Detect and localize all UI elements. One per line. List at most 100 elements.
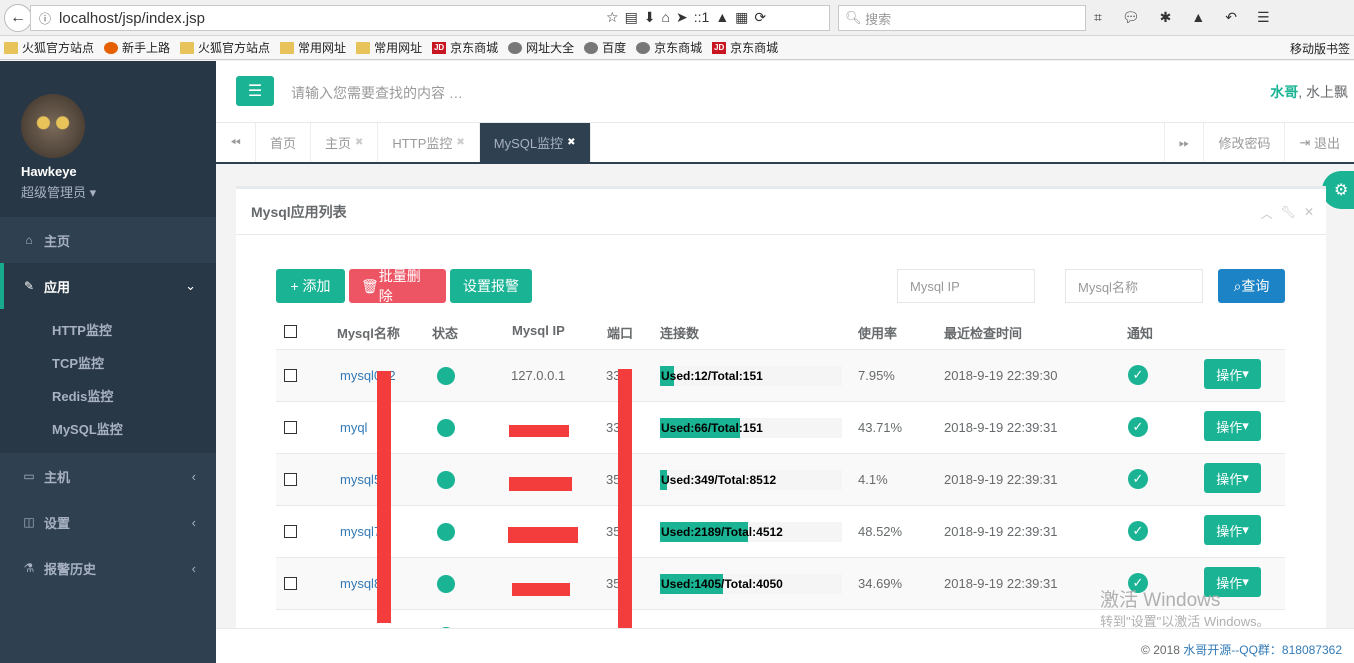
reader-icon[interactable]: ▤ [625,9,638,26]
profile-role-dropdown[interactable]: 超级管理员 ▾ [21,182,96,201]
logout-link[interactable]: ⇥ 退出 [1284,123,1354,162]
row-checkbox[interactable] [284,369,297,382]
crop-icon[interactable]: ⌗ [1094,9,1102,26]
query-button[interactable]: ⌕ 查询 [1218,269,1285,303]
extension-icon[interactable]: ▲ [715,9,729,26]
folder-icon [180,41,195,54]
mysql-name-input[interactable]: Mysql名称 [1065,269,1203,303]
mysql-name-link[interactable]: mysql5 [340,472,381,487]
tab-scroll-right-button[interactable]: ⏩︎ [1164,123,1203,162]
bookmark-item[interactable]: 常用网址 [356,39,422,56]
mysql-name-link[interactable]: myql [340,420,367,435]
batch-delete-label: 批量删除 [378,268,421,304]
mysql-name-link[interactable]: mysql7 [340,524,381,539]
tab-label: MySQL监控 [493,136,564,151]
operation-dropdown-button[interactable]: 操作 ▾ [1204,515,1261,545]
operation-dropdown-button[interactable]: 操作 ▾ [1204,463,1261,493]
sidebar-subitem-mysql[interactable]: MySQL监控 [0,412,216,445]
tab-home[interactable]: 首页 [256,123,312,162]
search-icon: ⌕ [1233,277,1242,294]
chat-icon[interactable]: 💬︎ [1122,9,1140,26]
star-icon[interactable]: ☆ [606,9,619,26]
sidebar-subitem-tcp[interactable]: TCP监控 [0,346,216,379]
sidebar-menu-lower: ▭ 主机 ‹ ◫ 设置 ‹ ⚗ 报警历史 ‹ [0,453,216,591]
tab-scroll-left-button[interactable]: ⏪︎ [216,123,256,162]
bookmark-item[interactable]: 京东商城 [636,39,702,56]
addon-icon[interactable]: ▲ [1191,9,1205,26]
row-checkbox[interactable] [284,473,297,486]
bookmark-item[interactable]: 网址大全 [508,39,574,56]
mysql-ip-input[interactable]: Mysql IP [897,269,1035,303]
row-checkbox[interactable] [284,525,297,538]
menu-toggle-button[interactable]: ☰ [236,76,274,106]
connection-text: Used:2189/Total:4512 [661,525,783,539]
col-connections: 连接数 [660,326,700,341]
avatar[interactable] [21,94,85,158]
caret-down-icon: ▾ [1242,470,1249,485]
bookmark-label: 火狐官方站点 [22,41,95,55]
bookmark-item[interactable]: JD 京东商城 [432,39,498,56]
operation-dropdown-button[interactable]: 操作 ▾ [1204,411,1261,441]
info-icon[interactable]: ⓘ [39,10,51,27]
close-icon[interactable]: ✕ [1304,205,1314,222]
close-icon[interactable]: ✖ [567,137,575,148]
theme-settings-button[interactable]: ⚙ [1322,171,1354,209]
home-icon[interactable]: ⌂ [662,9,670,26]
change-password-link[interactable]: 修改密码 [1203,123,1284,162]
back-button[interactable]: ← [4,3,32,32]
bookmark-item[interactable]: JD 京东商城 [712,39,778,56]
bookmark-item[interactable]: 火狐官方站点 [180,39,270,56]
bookmark-item[interactable]: 火狐官方站点 [4,39,94,56]
tab-main[interactable]: 主页 ✖ [311,123,379,162]
chevron-left-icon: ‹ [191,514,196,530]
tab-mysql[interactable]: MySQL监控 ✖ [479,123,591,162]
bookmark-item[interactable]: 百度 [584,39,626,56]
plus-icon: + [290,278,303,294]
operation-dropdown-button[interactable]: 操作 ▾ [1204,359,1261,389]
select-all-checkbox[interactable] [284,325,297,338]
sidebar-item-hosts[interactable]: ▭ 主机 ‹ [0,453,216,499]
query-label: 查询 [1241,278,1270,294]
sidebar-subitem-redis[interactable]: Redis监控 [0,379,216,412]
bug-icon[interactable]: ✱ [1160,9,1172,26]
mobile-bookmarks-link[interactable]: 移动版书签 [1290,40,1350,57]
browser-toolbar: ← ⓘ localhost/jsp/index.jsp ☆ ▤ ⬇ ⌂ ➤ ::… [0,0,1354,36]
reload-icon[interactable]: ⟳ [754,9,766,26]
connection-progress-bar: Used:66/Total:151 [660,418,842,438]
bookmark-item[interactable]: 新手上路 [104,39,170,56]
wrench-icon[interactable]: 🔧︎ [1281,205,1296,222]
row-checkbox[interactable] [284,421,297,434]
close-icon[interactable]: ✖ [355,137,363,148]
caret-down-icon: ▾ [1242,574,1249,589]
sidebar-item-apps[interactable]: ✎ 应用 ⌄ [0,263,216,309]
undo-icon[interactable]: ↶ [1225,9,1237,26]
send-icon[interactable]: ➤ [676,9,688,26]
add-button[interactable]: + 添加 [276,269,345,303]
browser-search-input[interactable]: 🔍︎ 搜索 [838,5,1086,31]
operation-label: 操作 [1216,471,1243,487]
sidebar-item-settings[interactable]: ◫ 设置 ‹ [0,499,216,545]
bookmark-item[interactable]: 常用网址 [280,39,346,56]
tab-label: 主页 [325,136,352,151]
check-circle-icon: ✓ [1128,417,1148,437]
download-icon[interactable]: ⬇ [644,9,656,26]
close-icon[interactable]: ✖ [456,137,464,148]
add-label: 添加 [302,278,331,294]
row-checkbox[interactable] [284,577,297,590]
set-alarm-button[interactable]: 设置报警 [450,269,532,303]
qr-icon[interactable]: ▦ [735,9,748,26]
menu-icon[interactable]: ☰ [1257,9,1270,26]
col-check-time: 最近检查时间 [944,326,1023,341]
sidebar-subitem-http[interactable]: HTTP监控 [0,313,216,346]
operation-dropdown-button[interactable]: 操作 ▾ [1204,567,1261,597]
sidebar-item-alarm-history[interactable]: ⚗ 报警历史 ‹ [0,545,216,591]
bookmark-label: 京东商城 [730,41,779,55]
tab-http[interactable]: HTTP监控 ✖ [378,123,480,162]
bookmark-label: 火狐官方站点 [198,41,271,55]
sidebar-item-home[interactable]: ⌂ 主页 [0,217,216,263]
chevron-up-icon[interactable]: ︿ [1261,205,1273,222]
mysql-name-link[interactable]: mysql8 [340,576,381,591]
top-search-input[interactable]: 请输入您需要查找的内容 … [291,83,463,103]
batch-delete-button[interactable]: 🗑︎ 批量删除 [349,268,446,304]
connection-text: Used:66/Total:151 [661,421,763,435]
